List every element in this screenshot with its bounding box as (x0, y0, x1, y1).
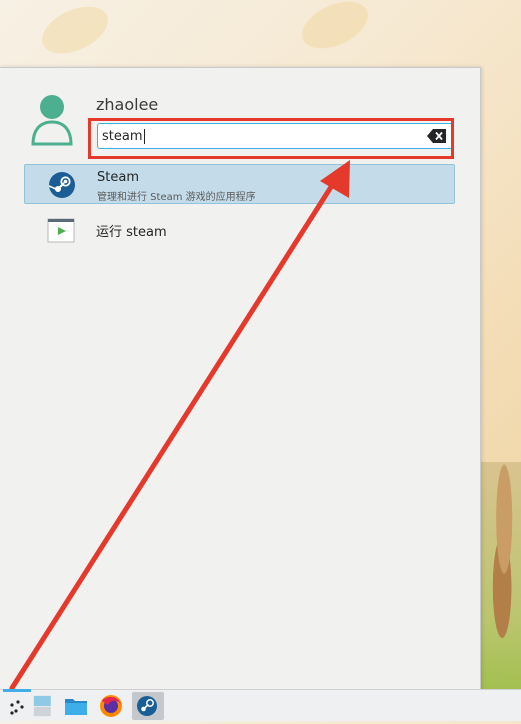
taskbar (0, 689, 521, 721)
steam-icon (137, 696, 157, 716)
user-name: zhaolee (96, 95, 159, 114)
application-launcher-panel: zhaolee steam Steam 管理和进行 Steam 游戏的应用程序 … (0, 67, 481, 691)
result-title: 运行 steam (96, 225, 167, 240)
run-command-icon (47, 218, 75, 243)
pager-icon (33, 695, 51, 717)
result-title: Steam (97, 170, 139, 185)
active-indicator (3, 689, 31, 692)
file-manager-icon (65, 699, 87, 715)
wallpaper-figure (479, 462, 521, 690)
result-subtitle: 管理和进行 Steam 游戏的应用程序 (97, 192, 256, 203)
search-result-run-command[interactable]: 运行 steam (24, 210, 455, 250)
wallpaper-leaf (34, 0, 116, 63)
application-launcher-icon (10, 700, 24, 715)
steam-icon (48, 172, 75, 198)
user-avatar-icon (31, 95, 73, 146)
pager-button[interactable] (33, 693, 59, 719)
search-result-steam[interactable]: Steam 管理和进行 Steam 游戏的应用程序 (24, 164, 455, 204)
firefox-button[interactable] (98, 693, 124, 719)
application-launcher-button[interactable] (3, 689, 31, 719)
annotation-highlight-box (88, 118, 454, 159)
steam-taskbar-button[interactable] (132, 692, 164, 720)
firefox-icon (100, 695, 122, 717)
wallpaper-leaf (294, 0, 376, 58)
file-manager-button[interactable] (63, 693, 89, 719)
